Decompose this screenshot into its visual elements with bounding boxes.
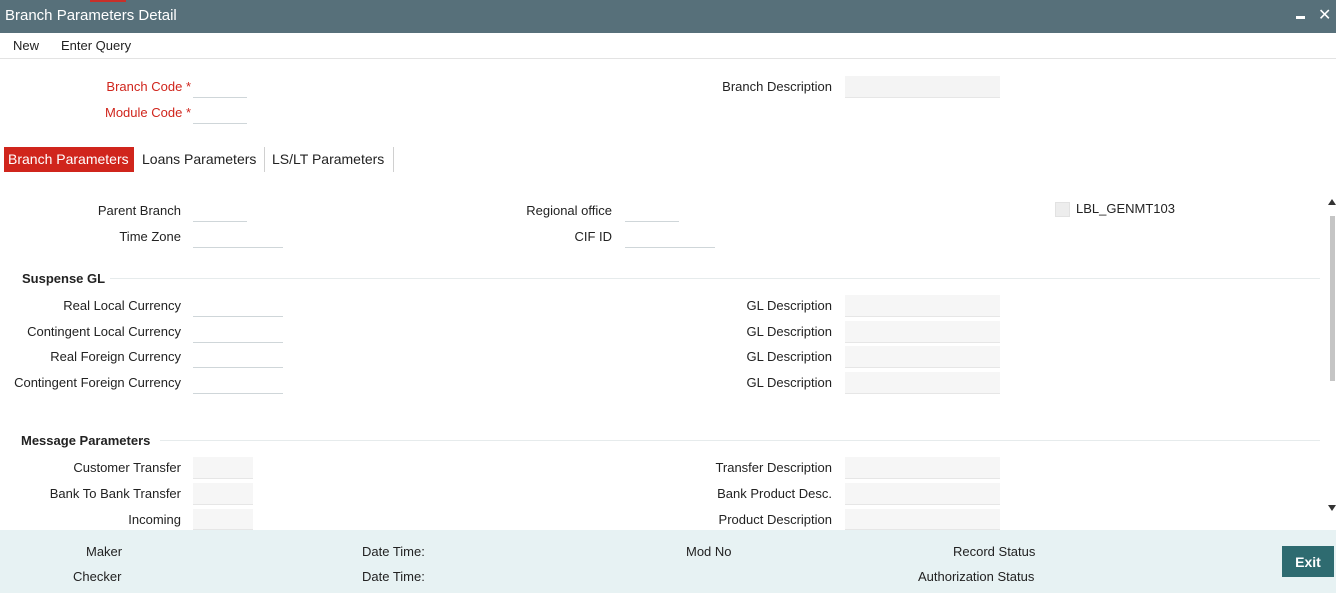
tab-ls-lt-parameters[interactable]: LS/LT Parameters bbox=[268, 147, 393, 172]
gl-description-label: GL Description bbox=[746, 298, 833, 313]
maker-label: Maker bbox=[86, 544, 123, 559]
bank-product-desc-label: Bank Product Desc. bbox=[717, 486, 832, 501]
genmt103-checkbox[interactable] bbox=[1055, 202, 1070, 217]
window-title: Branch Parameters Detail bbox=[5, 7, 177, 24]
bank-product-desc-field bbox=[845, 483, 1000, 505]
title-bar: Branch Parameters Detail ✕ bbox=[0, 0, 1336, 33]
tab-branch-parameters[interactable]: Branch Parameters bbox=[4, 147, 134, 172]
section-divider bbox=[160, 440, 1320, 441]
contingent-foreign-currency-label: Contingent Foreign Currency bbox=[14, 375, 181, 390]
product-description-label: Product Description bbox=[718, 512, 832, 527]
tab-separator bbox=[264, 147, 265, 172]
gl-description-label: GL Description bbox=[746, 375, 833, 390]
audit-footer: Maker Checker Date Time: Date Time: Mod … bbox=[0, 530, 1336, 593]
real-local-currency-input[interactable] bbox=[193, 295, 283, 317]
scroll-down-icon[interactable] bbox=[1328, 505, 1336, 511]
parent-branch-input[interactable] bbox=[193, 200, 247, 222]
menu-bar: New Enter Query bbox=[0, 33, 1336, 59]
incoming-input[interactable] bbox=[193, 509, 253, 530]
real-foreign-currency-label: Real Foreign Currency bbox=[50, 349, 181, 364]
gl-description-label: GL Description bbox=[746, 324, 833, 339]
parent-branch-label: Parent Branch bbox=[97, 203, 181, 218]
branch-code-input[interactable] bbox=[193, 76, 247, 98]
message-parameters-title: Message Parameters bbox=[21, 433, 151, 448]
title-accent-mark bbox=[90, 0, 126, 2]
checker-label: Checker bbox=[73, 569, 122, 584]
regional-office-label: Regional office bbox=[526, 203, 612, 218]
record-status-label: Record Status bbox=[953, 544, 1036, 559]
real-local-currency-label: Real Local Currency bbox=[63, 298, 181, 313]
branch-description-label: Branch Description bbox=[722, 79, 832, 94]
mod-no-label: Mod No bbox=[686, 544, 732, 559]
regional-office-input[interactable] bbox=[625, 200, 679, 222]
contingent-local-currency-input[interactable] bbox=[193, 321, 283, 343]
incoming-label: Incoming bbox=[128, 512, 181, 527]
branch-description-field bbox=[845, 76, 1000, 98]
authorization-status-label: Authorization Status bbox=[918, 569, 1035, 584]
checker-date-time-label: Date Time: bbox=[362, 569, 425, 584]
tab-separator bbox=[393, 147, 394, 172]
transfer-description-field bbox=[845, 457, 1000, 479]
maker-date-time-label: Date Time: bbox=[362, 544, 425, 559]
gl-description-field bbox=[845, 372, 1000, 394]
contingent-local-currency-label: Contingent Local Currency bbox=[27, 324, 181, 339]
vertical-scrollbar[interactable] bbox=[1327, 181, 1336, 530]
gl-description-field bbox=[845, 346, 1000, 368]
scroll-up-icon[interactable] bbox=[1328, 199, 1336, 205]
module-code-label: Module Code * bbox=[104, 105, 191, 120]
contingent-foreign-currency-input[interactable] bbox=[193, 372, 283, 394]
customer-transfer-input[interactable] bbox=[193, 457, 253, 479]
tab-loans-parameters[interactable]: Loans Parameters bbox=[138, 147, 264, 172]
exit-button[interactable]: Exit bbox=[1282, 546, 1334, 577]
suspense-gl-title: Suspense GL bbox=[22, 271, 106, 286]
menu-new[interactable]: New bbox=[13, 38, 39, 53]
time-zone-input[interactable] bbox=[193, 226, 283, 248]
menu-enter-query[interactable]: Enter Query bbox=[61, 38, 131, 53]
branch-code-label: Branch Code * bbox=[106, 79, 191, 94]
bank-to-bank-transfer-input[interactable] bbox=[193, 483, 253, 505]
transfer-description-label: Transfer Description bbox=[715, 460, 832, 475]
minimize-icon[interactable] bbox=[1294, 8, 1308, 24]
cif-id-input[interactable] bbox=[625, 226, 715, 248]
customer-transfer-label: Customer Transfer bbox=[73, 460, 181, 475]
section-divider bbox=[110, 278, 1320, 279]
genmt103-label: LBL_GENMT103 bbox=[1076, 201, 1175, 216]
bank-to-bank-transfer-label: Bank To Bank Transfer bbox=[49, 486, 181, 501]
close-icon[interactable]: ✕ bbox=[1318, 6, 1334, 26]
product-description-field bbox=[845, 509, 1000, 530]
gl-description-label: GL Description bbox=[746, 349, 833, 364]
real-foreign-currency-input[interactable] bbox=[193, 346, 283, 368]
cif-id-label: CIF ID bbox=[574, 229, 612, 244]
time-zone-label: Time Zone bbox=[119, 229, 181, 244]
scrollbar-thumb[interactable] bbox=[1330, 216, 1335, 381]
gl-description-field bbox=[845, 295, 1000, 317]
gl-description-field bbox=[845, 321, 1000, 343]
module-code-input[interactable] bbox=[193, 102, 247, 124]
